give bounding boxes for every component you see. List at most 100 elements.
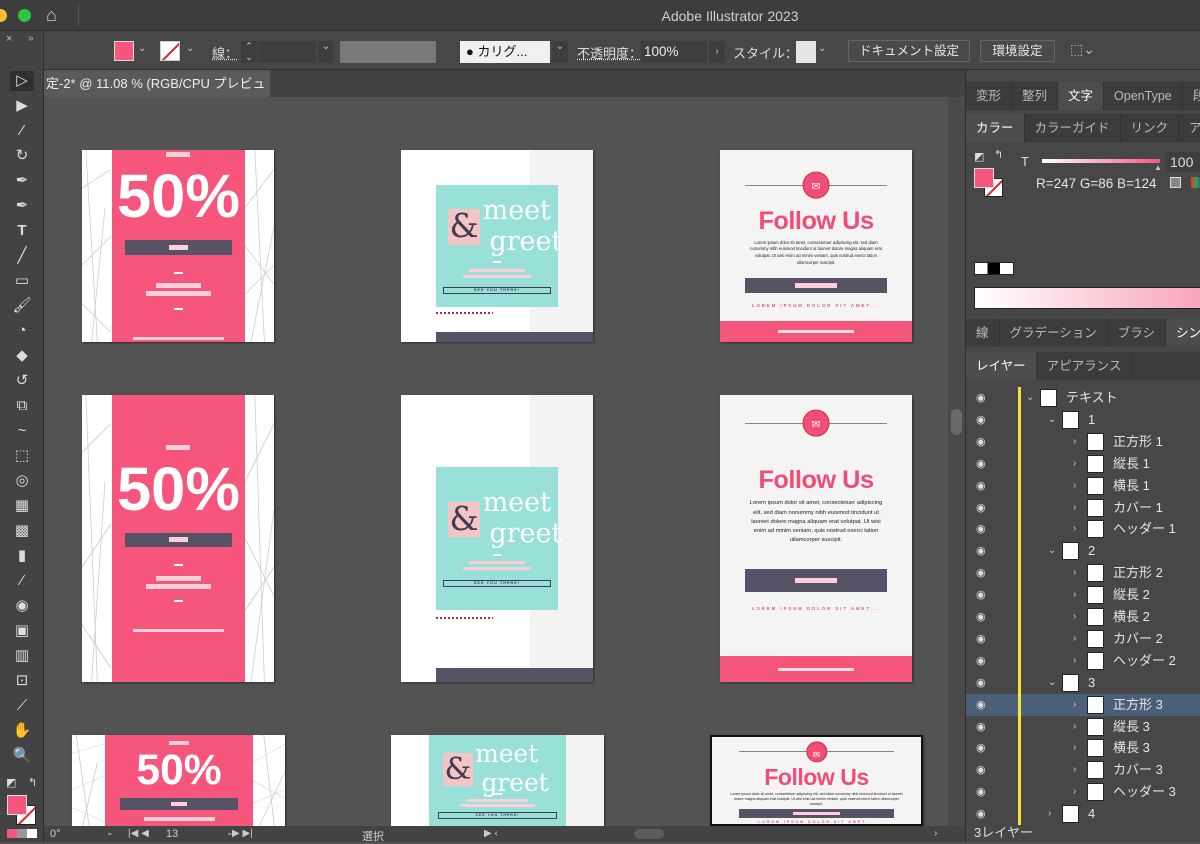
zoom-tool-icon[interactable]: 🔍	[10, 746, 34, 766]
chevron-down-icon[interactable]: ⌄	[186, 43, 194, 54]
arrange-documents-icon[interactable]: ⬚⌄	[1070, 41, 1095, 58]
layer-row[interactable]: ◉ › 縦長 2	[966, 584, 1200, 607]
eraser-tool-icon[interactable]: ◆	[10, 346, 34, 366]
panel-tab[interactable]: 段落	[1183, 82, 1200, 110]
pen-tool-icon[interactable]: ✒	[10, 171, 34, 191]
slider-handle[interactable]: ▲	[1154, 163, 1162, 172]
first-artboard-icon[interactable]: |◀ ◀	[128, 828, 149, 839]
chevron-right-icon[interactable]: ›	[1073, 694, 1076, 716]
eye-icon[interactable]: ◉	[976, 584, 986, 606]
rotation-value[interactable]: 0°	[50, 828, 61, 840]
next-artboard-icon[interactable]: ▶ ▶|	[232, 828, 253, 839]
warp-tool-icon[interactable]: ~	[10, 421, 34, 441]
direct-selection-tool-icon[interactable]: ▶	[10, 96, 34, 116]
eye-icon[interactable]: ◉	[976, 431, 986, 453]
horizontal-scroll-thumb[interactable]	[634, 829, 664, 839]
eye-icon[interactable]: ◉	[976, 628, 986, 650]
chevron-right-icon[interactable]: ›	[1073, 453, 1076, 475]
layer-row[interactable]: ◉ › カバー 3	[966, 759, 1200, 782]
shaper-tool-icon[interactable]: ◔	[10, 321, 34, 341]
artboard-meet-greet[interactable]: & meet greet SEE YOU THERE!	[401, 150, 593, 342]
chevron-down-icon[interactable]: ⌄	[552, 41, 568, 63]
document-tab[interactable]: 定-2* @ 11.08 % (RGB/CPU プレビュー)	[44, 70, 270, 118]
tint-slider[interactable]	[1042, 159, 1160, 163]
eye-icon[interactable]: ◉	[976, 475, 986, 497]
paintbrush-tool-icon[interactable]: 🖌	[10, 296, 34, 316]
chevron-right-icon[interactable]: ›	[709, 41, 725, 63]
eye-icon[interactable]: ◉	[976, 716, 986, 738]
eye-icon[interactable]: ◉	[976, 518, 986, 540]
panel-tab[interactable]: シンボ	[1166, 319, 1200, 347]
slice-tool-icon[interactable]: ⟋	[10, 696, 34, 716]
stroke-weight-input[interactable]	[258, 41, 316, 63]
panel-tab[interactable]: リンク	[1121, 114, 1180, 142]
type-tool-icon[interactable]: T	[10, 221, 34, 241]
blend-tool-icon[interactable]: ◉	[10, 596, 34, 616]
chevron-down-icon[interactable]: ⌄	[1048, 409, 1056, 431]
panel-tab[interactable]: グラデーション	[1000, 319, 1108, 347]
none-black-white-swatches[interactable]	[974, 262, 1014, 275]
eye-icon[interactable]: ◉	[976, 781, 986, 803]
eye-icon[interactable]: ◉	[976, 409, 986, 431]
opacity-input[interactable]: 100%	[641, 41, 707, 63]
layer-row[interactable]: ◉ ⌄ 3	[966, 671, 1200, 694]
chevron-down-icon[interactable]: ⌄	[818, 43, 826, 54]
symbol-sprayer-tool-icon[interactable]: ▣	[10, 621, 34, 641]
chevron-right-icon[interactable]: ›	[1073, 606, 1076, 628]
artboard-sale[interactable]: 50%	[82, 395, 274, 682]
panel-tab[interactable]: 線	[966, 319, 1000, 347]
artboard-follow-us[interactable]: ✉ Follow Us Lorem ipsum dolor sit amet, …	[720, 150, 912, 342]
close-icon[interactable]: ×	[6, 33, 12, 45]
layer-row[interactable]: ◉ › カバー 1	[966, 496, 1200, 519]
opacity-label[interactable]: 不透明度：	[577, 43, 642, 62]
panel-tab[interactable]: カラーガイド	[1025, 114, 1121, 142]
mesh-tool-icon[interactable]: ▩	[10, 521, 34, 541]
hand-tool-icon[interactable]: ✋	[10, 721, 34, 741]
status-menu-icon[interactable]: ▶ ‹	[484, 828, 498, 839]
chevron-right-icon[interactable]: ›	[1073, 497, 1076, 519]
fill-swatch[interactable]	[7, 795, 27, 815]
layer-row[interactable]: ◉ ⌄ 2	[966, 540, 1200, 563]
panel-tab[interactable]: 文字	[1058, 82, 1105, 110]
spectrum-icon[interactable]	[1191, 177, 1200, 188]
chevron-down-icon[interactable]: ⌄	[1048, 540, 1056, 562]
layer-row[interactable]: ◉ › 横長 3	[966, 737, 1200, 760]
chevron-down-icon[interactable]: ⌄	[1048, 672, 1056, 694]
magic-wand-tool-icon[interactable]: ⁄	[10, 121, 34, 141]
tint-input[interactable]: 100	[1166, 152, 1200, 172]
layer-row[interactable]: ◉ › 縦長 3	[966, 715, 1200, 738]
eye-icon[interactable]: ◉	[976, 540, 986, 562]
selection-tool-icon[interactable]: ▷	[10, 71, 34, 91]
layer-row[interactable]: ◉ › 縦長 1	[966, 452, 1200, 475]
expand-icon[interactable]: »	[28, 33, 34, 44]
column-graph-tool-icon[interactable]: ▥	[10, 646, 34, 666]
scroll-thumb[interactable]	[951, 409, 962, 435]
layer-row[interactable]: ◉ › カバー 2	[966, 627, 1200, 650]
shape-builder-tool-icon[interactable]: ◎	[10, 471, 34, 491]
fill-swatch[interactable]	[974, 168, 994, 188]
chevron-down-icon[interactable]: ⌄	[106, 827, 114, 838]
panel-tab[interactable]: ブラシ	[1108, 319, 1167, 347]
eye-icon[interactable]: ◉	[976, 759, 986, 781]
preferences-button[interactable]: 環境設定	[980, 40, 1055, 62]
eye-icon[interactable]: ◉	[976, 737, 986, 759]
chevron-right-icon[interactable]: ›	[1073, 518, 1076, 540]
chevron-right-icon[interactable]: ›	[1073, 628, 1076, 650]
artboard-number[interactable]: 13	[166, 828, 178, 840]
eye-icon[interactable]: ◉	[976, 453, 986, 475]
panel-tab[interactable]: アセ	[1179, 114, 1200, 142]
curvature-tool-icon[interactable]: ✒	[10, 196, 34, 216]
panel-tab[interactable]: 整列	[1012, 82, 1059, 110]
artboard-sale[interactable]: 50%	[72, 735, 285, 826]
panel-tab[interactable]: アピアランス	[1037, 352, 1133, 380]
rectangle-tool-icon[interactable]: ▭	[10, 271, 34, 291]
layer-row[interactable]: ◉ › 正方形 2	[966, 562, 1200, 585]
eye-icon[interactable]: ◉	[976, 672, 986, 694]
stroke-none-swatch[interactable]	[160, 41, 180, 61]
style-swatch[interactable]	[796, 41, 816, 63]
chevron-right-icon[interactable]: ›	[1073, 431, 1076, 453]
layer-row[interactable]: ◉ › ヘッダー 1	[966, 518, 1200, 541]
layer-row[interactable]: ◉ › ヘッダー 3	[966, 781, 1200, 804]
swap-icon[interactable]: ↰	[994, 148, 1003, 161]
eye-icon[interactable]: ◉	[976, 387, 986, 409]
